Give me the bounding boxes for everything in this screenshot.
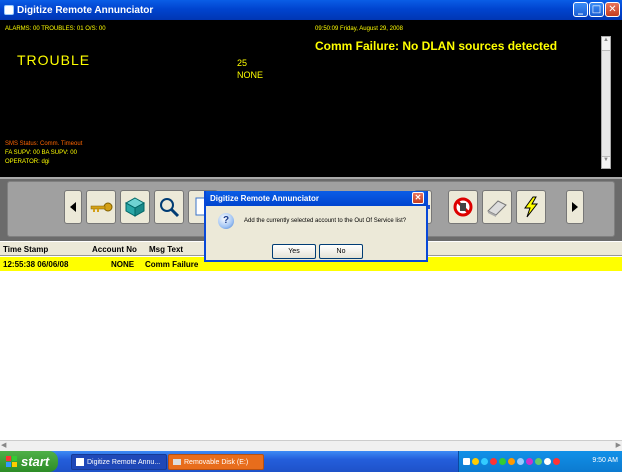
yes-button[interactable]: Yes bbox=[272, 244, 316, 259]
close-button[interactable]: ✕ bbox=[605, 2, 620, 17]
start-button[interactable]: start bbox=[0, 451, 58, 472]
account-info: 25 NONE bbox=[237, 57, 263, 81]
app-icon bbox=[4, 5, 14, 15]
eraser-icon bbox=[487, 200, 507, 217]
key-icon bbox=[90, 202, 113, 212]
status-footer: SMS Status: Comm. Timeout FA SUPV: 00 BA… bbox=[5, 140, 82, 167]
dialog-message: Add the currently selected account to th… bbox=[244, 218, 407, 224]
task-annunciator[interactable]: Digitize Remote Annu... bbox=[71, 454, 167, 470]
windows-logo-icon bbox=[6, 455, 17, 467]
supervision-counts: FA SUPV: 00 BA SUPV: 00 bbox=[5, 150, 77, 156]
col-timestamp[interactable]: Time Stamp bbox=[3, 245, 48, 254]
lightning-button[interactable] bbox=[516, 190, 546, 224]
status-state: TROUBLE bbox=[17, 52, 91, 68]
scroll-left-icon[interactable]: ◀ bbox=[1, 441, 6, 449]
box-icon bbox=[124, 197, 146, 217]
lightning-icon bbox=[524, 196, 539, 218]
row-msg: Comm Failure bbox=[145, 260, 199, 269]
window-titlebar: Digitize Remote Annunciator _ □ ✕ bbox=[0, 0, 622, 20]
tray-clock[interactable]: 9:50 AM bbox=[592, 457, 618, 464]
minimize-button[interactable]: _ bbox=[573, 2, 588, 17]
left-arrow-button[interactable] bbox=[64, 190, 82, 224]
tray-icon[interactable] bbox=[472, 458, 479, 465]
account-number: 25 bbox=[237, 58, 248, 68]
left-arrow-icon bbox=[70, 202, 76, 212]
scroll-right-icon[interactable]: ▶ bbox=[616, 441, 621, 449]
status-panel: ALARMS: 00 TROUBLES: 01 O/S: 00 09:50:09… bbox=[0, 20, 622, 177]
maximize-button[interactable]: □ bbox=[589, 2, 604, 17]
operator-label: OPERATOR: dgi bbox=[5, 159, 50, 165]
dialog-titlebar: Digitize Remote Annunciator ✕ bbox=[206, 191, 426, 206]
start-label: start bbox=[21, 454, 50, 469]
right-arrow-icon bbox=[572, 202, 578, 212]
question-icon: ? bbox=[218, 213, 234, 229]
confirm-dialog: Digitize Remote Annunciator ✕ ? Add the … bbox=[204, 191, 428, 262]
col-msgtext[interactable]: Msg Text bbox=[149, 245, 183, 254]
tray-icon[interactable] bbox=[463, 458, 470, 465]
row-account: NONE bbox=[111, 260, 135, 269]
status-datetime: 09:50:09 Friday, August 29, 2008 bbox=[315, 26, 403, 32]
taskbar: start Digitize Remote Annu... Removable … bbox=[0, 451, 622, 472]
scroll-up-icon[interactable]: ▲ bbox=[602, 37, 610, 51]
no-entry-icon bbox=[453, 197, 473, 217]
right-arrow-button[interactable] bbox=[566, 190, 584, 224]
dialog-title: Digitize Remote Annunciator bbox=[210, 194, 320, 203]
key-button[interactable] bbox=[86, 190, 116, 224]
row-time: 12:55:38 06/06/08 bbox=[3, 260, 69, 269]
tray-icon[interactable] bbox=[553, 458, 560, 465]
tray-icon[interactable] bbox=[499, 458, 506, 465]
horizontal-scrollbar[interactable]: ◀ ▶ bbox=[0, 440, 622, 451]
no-button[interactable]: No bbox=[319, 244, 363, 259]
alarm-counts: ALARMS: 00 TROUBLES: 01 O/S: 00 bbox=[5, 26, 106, 32]
col-account[interactable]: Account No bbox=[92, 245, 137, 254]
task-disk-label: Removable Disk (E:) bbox=[184, 458, 249, 466]
sms-status: SMS Status: Comm. Timeout bbox=[5, 141, 83, 147]
dialog-close-button[interactable]: ✕ bbox=[412, 192, 424, 204]
search-icon bbox=[160, 198, 180, 218]
tray-icon[interactable] bbox=[535, 458, 542, 465]
window-title: Digitize Remote Annunciator bbox=[17, 4, 154, 16]
no-entry-button[interactable] bbox=[448, 190, 478, 224]
tray-icon[interactable] bbox=[517, 458, 524, 465]
search-button[interactable] bbox=[154, 190, 184, 224]
tray-icon[interactable] bbox=[526, 458, 533, 465]
tray-icon[interactable] bbox=[481, 458, 488, 465]
disk-icon bbox=[173, 459, 181, 465]
eraser-button[interactable] bbox=[482, 190, 512, 224]
scroll-down-icon[interactable]: ▼ bbox=[602, 156, 610, 168]
tray-icon[interactable] bbox=[490, 458, 497, 465]
account-name: NONE bbox=[237, 70, 264, 80]
tray-icon[interactable] bbox=[508, 458, 515, 465]
app-window-icon bbox=[76, 458, 84, 466]
status-scrollbar[interactable]: ▲ ▼ bbox=[601, 36, 611, 169]
system-tray: 9:50 AM bbox=[458, 451, 622, 472]
box-button[interactable] bbox=[120, 190, 150, 224]
tray-icon[interactable] bbox=[544, 458, 551, 465]
task-removable-disk[interactable]: Removable Disk (E:) bbox=[168, 454, 264, 470]
status-message: Comm Failure: No DLAN sources detected bbox=[315, 39, 558, 53]
task-annunciator-label: Digitize Remote Annu... bbox=[87, 458, 161, 466]
